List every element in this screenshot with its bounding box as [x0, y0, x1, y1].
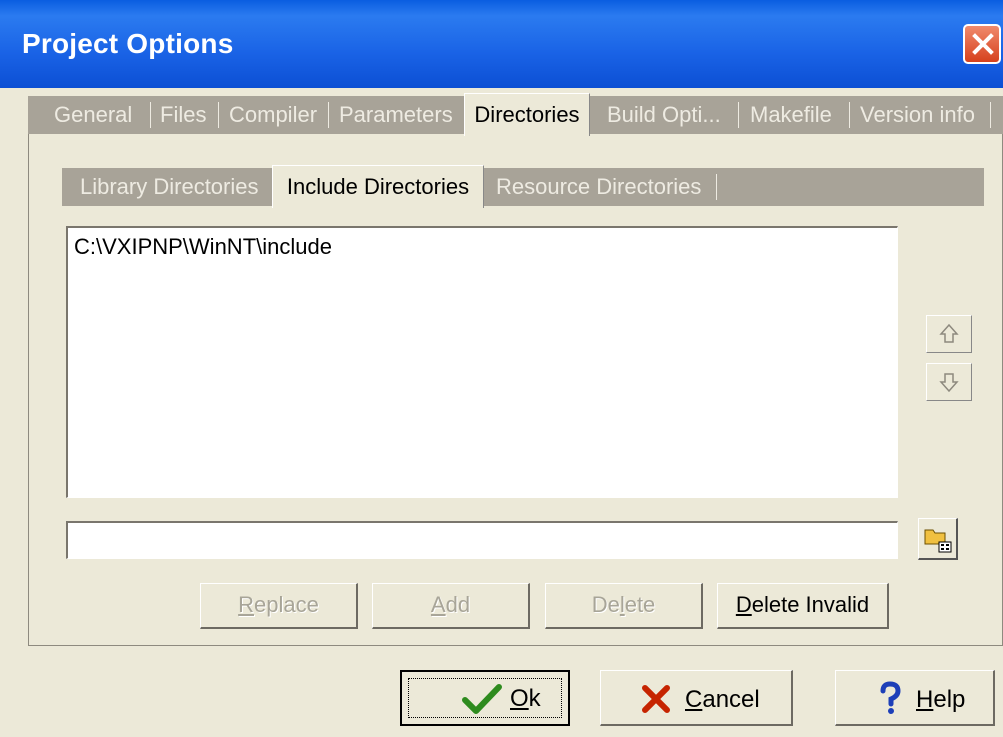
- tab-version-info[interactable]: Version info: [860, 96, 975, 134]
- tab-files[interactable]: Files: [160, 96, 206, 134]
- main-tab-strip: General Files Compiler Parameters Direct…: [28, 93, 1003, 136]
- tab-separator: [218, 102, 219, 128]
- close-button[interactable]: [963, 24, 1001, 64]
- cancel-label-first: C: [685, 686, 703, 713]
- close-icon: [972, 33, 994, 55]
- tab-library-directories[interactable]: Library Directories: [80, 168, 259, 206]
- help-label-first: H: [916, 686, 934, 713]
- tab-makefile[interactable]: Makefile: [750, 96, 832, 134]
- window-title: Project Options: [22, 28, 234, 59]
- directory-path-input[interactable]: [66, 521, 898, 559]
- tab-build-options[interactable]: Build Opti...: [607, 96, 721, 134]
- help-button[interactable]: Help: [835, 670, 995, 726]
- folder-browse-icon: [924, 529, 952, 553]
- move-down-button[interactable]: [926, 363, 972, 401]
- tab-compiler[interactable]: Compiler: [229, 96, 317, 134]
- directory-tab-strip: Library Directories Include Directories …: [62, 165, 984, 208]
- help-question-icon: [880, 681, 901, 714]
- tab-separator: [990, 102, 991, 128]
- ok-label-first: O: [510, 685, 529, 712]
- browse-folder-button[interactable]: [918, 518, 958, 560]
- tab-separator: [150, 102, 151, 128]
- tab-general[interactable]: General: [54, 96, 132, 134]
- directory-list[interactable]: C:\VXIPNP\WinNT\include: [66, 226, 898, 498]
- help-label-rest: elp: [933, 686, 966, 713]
- ok-label-rest: k: [528, 685, 541, 712]
- arrow-down-icon: [939, 373, 959, 393]
- tab-separator: [328, 102, 329, 128]
- arrow-up-icon: [939, 323, 959, 343]
- add-button[interactable]: Add: [372, 583, 530, 629]
- title-bar[interactable]: Project Options: [0, 0, 1003, 88]
- tab-separator: [716, 174, 717, 200]
- cancel-button[interactable]: Cancel: [600, 670, 793, 726]
- tab-include-directories[interactable]: Include Directories: [272, 165, 484, 208]
- list-item[interactable]: C:\VXIPNP\WinNT\include: [74, 234, 332, 260]
- cancel-x-icon: [642, 685, 670, 713]
- replace-button[interactable]: Replace: [200, 583, 358, 629]
- cancel-label-rest: ancel: [702, 686, 760, 713]
- tab-resource-directories[interactable]: Resource Directories: [496, 168, 701, 206]
- tab-separator: [738, 102, 739, 128]
- move-up-button[interactable]: [926, 315, 972, 353]
- project-options-dialog: Project Options General Files Compiler P…: [0, 0, 1003, 737]
- tab-separator: [849, 102, 850, 128]
- checkmark-icon: [462, 684, 502, 714]
- ok-button[interactable]: Ok: [400, 670, 570, 726]
- tab-directories[interactable]: Directories: [464, 93, 590, 136]
- delete-invalid-button[interactable]: Delete Invalid: [717, 583, 889, 629]
- delete-button[interactable]: Delete: [545, 583, 703, 629]
- tab-parameters[interactable]: Parameters: [339, 96, 453, 134]
